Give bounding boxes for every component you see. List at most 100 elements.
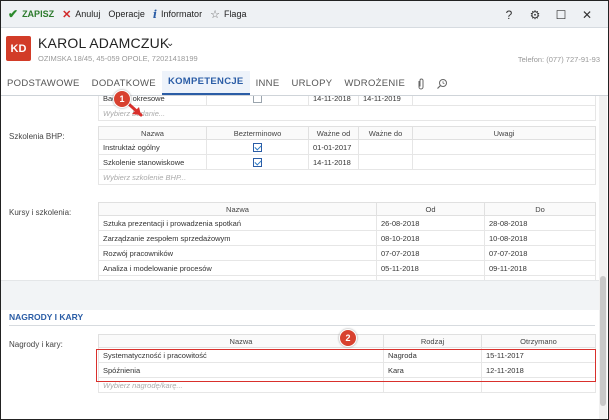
bhp-indefinite <box>206 139 309 155</box>
main-content: Badanie okresowe 14-11-2018 14-11-2019 W… <box>1 96 599 419</box>
course-name: Rozwój pracowników <box>98 245 377 261</box>
scrollbar-thumb[interactable] <box>600 276 606 406</box>
bhp-notes <box>412 139 596 155</box>
course-to: 09-11-2018 <box>484 260 596 276</box>
close-window-icon[interactable]: ✕ <box>576 8 598 22</box>
search-history-icon[interactable] <box>431 71 454 95</box>
badanie-placeholder[interactable]: Wybierz badanie... <box>98 105 596 121</box>
awards-section-title: NAGRODY I KARY <box>9 312 84 322</box>
column-header[interactable]: Do <box>484 202 596 216</box>
table-row[interactable]: Zarządzanie zespołem sprzedażowym 08-10-… <box>98 230 596 246</box>
awards-label: Nagrody i kary: <box>9 340 63 349</box>
column-header[interactable]: Nazwa <box>98 202 377 216</box>
section-separator <box>1 280 599 310</box>
cancel-label: Anuluj <box>75 9 101 19</box>
tab-wdrozenie[interactable]: WDROŻENIE <box>338 71 411 95</box>
save-button[interactable]: ✔ ZAPISZ <box>8 1 54 28</box>
column-header[interactable]: Rodzaj <box>383 334 482 348</box>
badania-table: Badanie okresowe 14-11-2018 14-11-2019 W… <box>98 96 596 121</box>
annotation-badge-1: 1 <box>113 90 131 108</box>
course-from: 05-11-2018 <box>376 260 485 276</box>
help-icon[interactable]: ? <box>498 8 520 22</box>
table-row[interactable]: Badanie okresowe 14-11-2018 14-11-2019 <box>98 96 596 106</box>
bhp-to <box>358 154 413 170</box>
bhp-name: Szkolenie stanowiskowe <box>98 154 207 170</box>
employee-address: OZIMSKA 18/45, 45-059 OPOLE, 72021418199 <box>38 54 198 63</box>
annotation-badge-2: 2 <box>339 329 357 347</box>
bhp-placeholder[interactable]: Wybierz szkolenie BHP... <box>98 169 596 185</box>
employee-header: KD KAROL ADAMCZUK ⌄ OZIMSKA 18/45, 45-05… <box>1 28 608 72</box>
chevron-down-icon[interactable]: ⌄ <box>166 38 174 49</box>
toolbar: ✔ ZAPISZ ✕ Anuluj Operacje i Informator ☆ Fl… <box>1 1 608 28</box>
table-row[interactable]: Rozwój pracowników 07-07-2018 07-07-2018 <box>98 245 596 261</box>
gear-icon[interactable]: ⚙ <box>524 8 546 22</box>
flag-label: Flaga <box>223 9 247 19</box>
window-controls: ? ⚙ ☐ ✕ <box>494 1 598 28</box>
placeholder-row[interactable]: Wybierz badanie... <box>98 105 596 121</box>
course-name: Zarządzanie zespołem sprzedażowym <box>98 230 377 246</box>
operations-label: Operacje <box>108 9 145 19</box>
avatar: KD <box>6 36 31 61</box>
operations-menu[interactable]: Operacje <box>108 1 145 28</box>
tab-urlopy[interactable]: URLOPY <box>285 71 338 95</box>
table-row[interactable]: Sztuka prezentacji i prowadzenia spotkań… <box>98 215 596 231</box>
employee-name[interactable]: KAROL ADAMCZUK <box>38 35 169 51</box>
course-from: 26-08-2018 <box>376 215 485 231</box>
bhp-notes <box>412 154 596 170</box>
badanie-indefinite <box>206 96 309 106</box>
star-icon: ☆ <box>210 8 220 21</box>
column-header[interactable]: Od <box>376 202 485 216</box>
placeholder-row[interactable]: Wybierz szkolenie BHP... <box>98 169 596 185</box>
bhp-indefinite <box>206 154 309 170</box>
informer-button[interactable]: i Informator <box>153 1 202 28</box>
indefinite-checkbox[interactable] <box>253 142 262 152</box>
course-from: 07-07-2018 <box>376 245 485 261</box>
badanie-notes <box>412 96 596 106</box>
flag-button[interactable]: ☆ Flaga <box>210 1 246 28</box>
badanie-to: 14-11-2019 <box>358 96 413 106</box>
course-name: Analiza i modelowanie procesów <box>98 260 377 276</box>
table-row[interactable]: Instruktaż ogólny 01-01-2017 <box>98 139 596 155</box>
attachment-icon[interactable] <box>411 71 431 95</box>
column-header[interactable]: Ważne do <box>358 126 413 140</box>
column-header[interactable]: Bezterminowo <box>206 126 309 140</box>
indefinite-checkbox[interactable] <box>253 96 262 103</box>
table-row[interactable]: Szkolenie stanowiskowe 14-11-2018 <box>98 154 596 170</box>
bhp-table: Nazwa Bezterminowo Ważne od Ważne do Uwa… <box>98 126 596 185</box>
bhp-name: Instruktaż ogólny <box>98 139 207 155</box>
course-to: 07-07-2018 <box>484 245 596 261</box>
tab-bar: PODSTAWOWE DODATKOWE KOMPETENCJE INNE UR… <box>1 71 608 96</box>
badanie-from: 14-11-2018 <box>308 96 359 106</box>
course-from: 08-10-2018 <box>376 230 485 246</box>
cancel-button[interactable]: ✕ Anuluj <box>62 1 100 28</box>
bhp-label: Szkolenia BHP: <box>9 132 65 141</box>
course-to: 10-08-2018 <box>484 230 596 246</box>
vertical-scrollbar[interactable] <box>599 96 607 419</box>
tab-podstawowe[interactable]: PODSTAWOWE <box>1 71 86 95</box>
column-header[interactable]: Otrzymano <box>481 334 596 348</box>
table-row[interactable]: Analiza i modelowanie procesów 05-11-201… <box>98 260 596 276</box>
column-header[interactable]: Uwagi <box>412 126 596 140</box>
highlight-box <box>96 349 596 382</box>
course-to: 28-08-2018 <box>484 215 596 231</box>
app-window: ✔ ZAPISZ ✕ Anuluj Operacje i Informator ☆ Fl… <box>0 0 609 420</box>
courses-table: Nazwa Od Do Sztuka prezentacji i prowadz… <box>98 202 596 291</box>
course-name: Sztuka prezentacji i prowadzenia spotkań <box>98 215 377 231</box>
maximize-icon[interactable]: ☐ <box>550 8 572 22</box>
check-icon: ✔ <box>8 7 19 21</box>
section-divider <box>9 325 595 326</box>
tab-kompetencje[interactable]: KOMPETENCJE <box>161 71 250 95</box>
column-header[interactable]: Ważne od <box>308 126 359 140</box>
info-icon: i <box>152 7 158 21</box>
bhp-from: 01-01-2017 <box>308 139 359 155</box>
column-header[interactable]: Nazwa <box>98 126 207 140</box>
bhp-to <box>358 139 413 155</box>
indefinite-checkbox[interactable] <box>253 157 262 167</box>
table-header: Nazwa Od Do <box>98 202 596 216</box>
tab-inne[interactable]: INNE <box>250 71 286 95</box>
informer-label: Informator <box>161 9 203 19</box>
employee-phone: Telefon: (077) 727-91-93 <box>517 55 600 64</box>
save-label: ZAPISZ <box>22 9 55 19</box>
table-header: Nazwa Bezterminowo Ważne od Ważne do Uwa… <box>98 126 596 140</box>
courses-label: Kursy i szkolenia: <box>9 208 72 217</box>
